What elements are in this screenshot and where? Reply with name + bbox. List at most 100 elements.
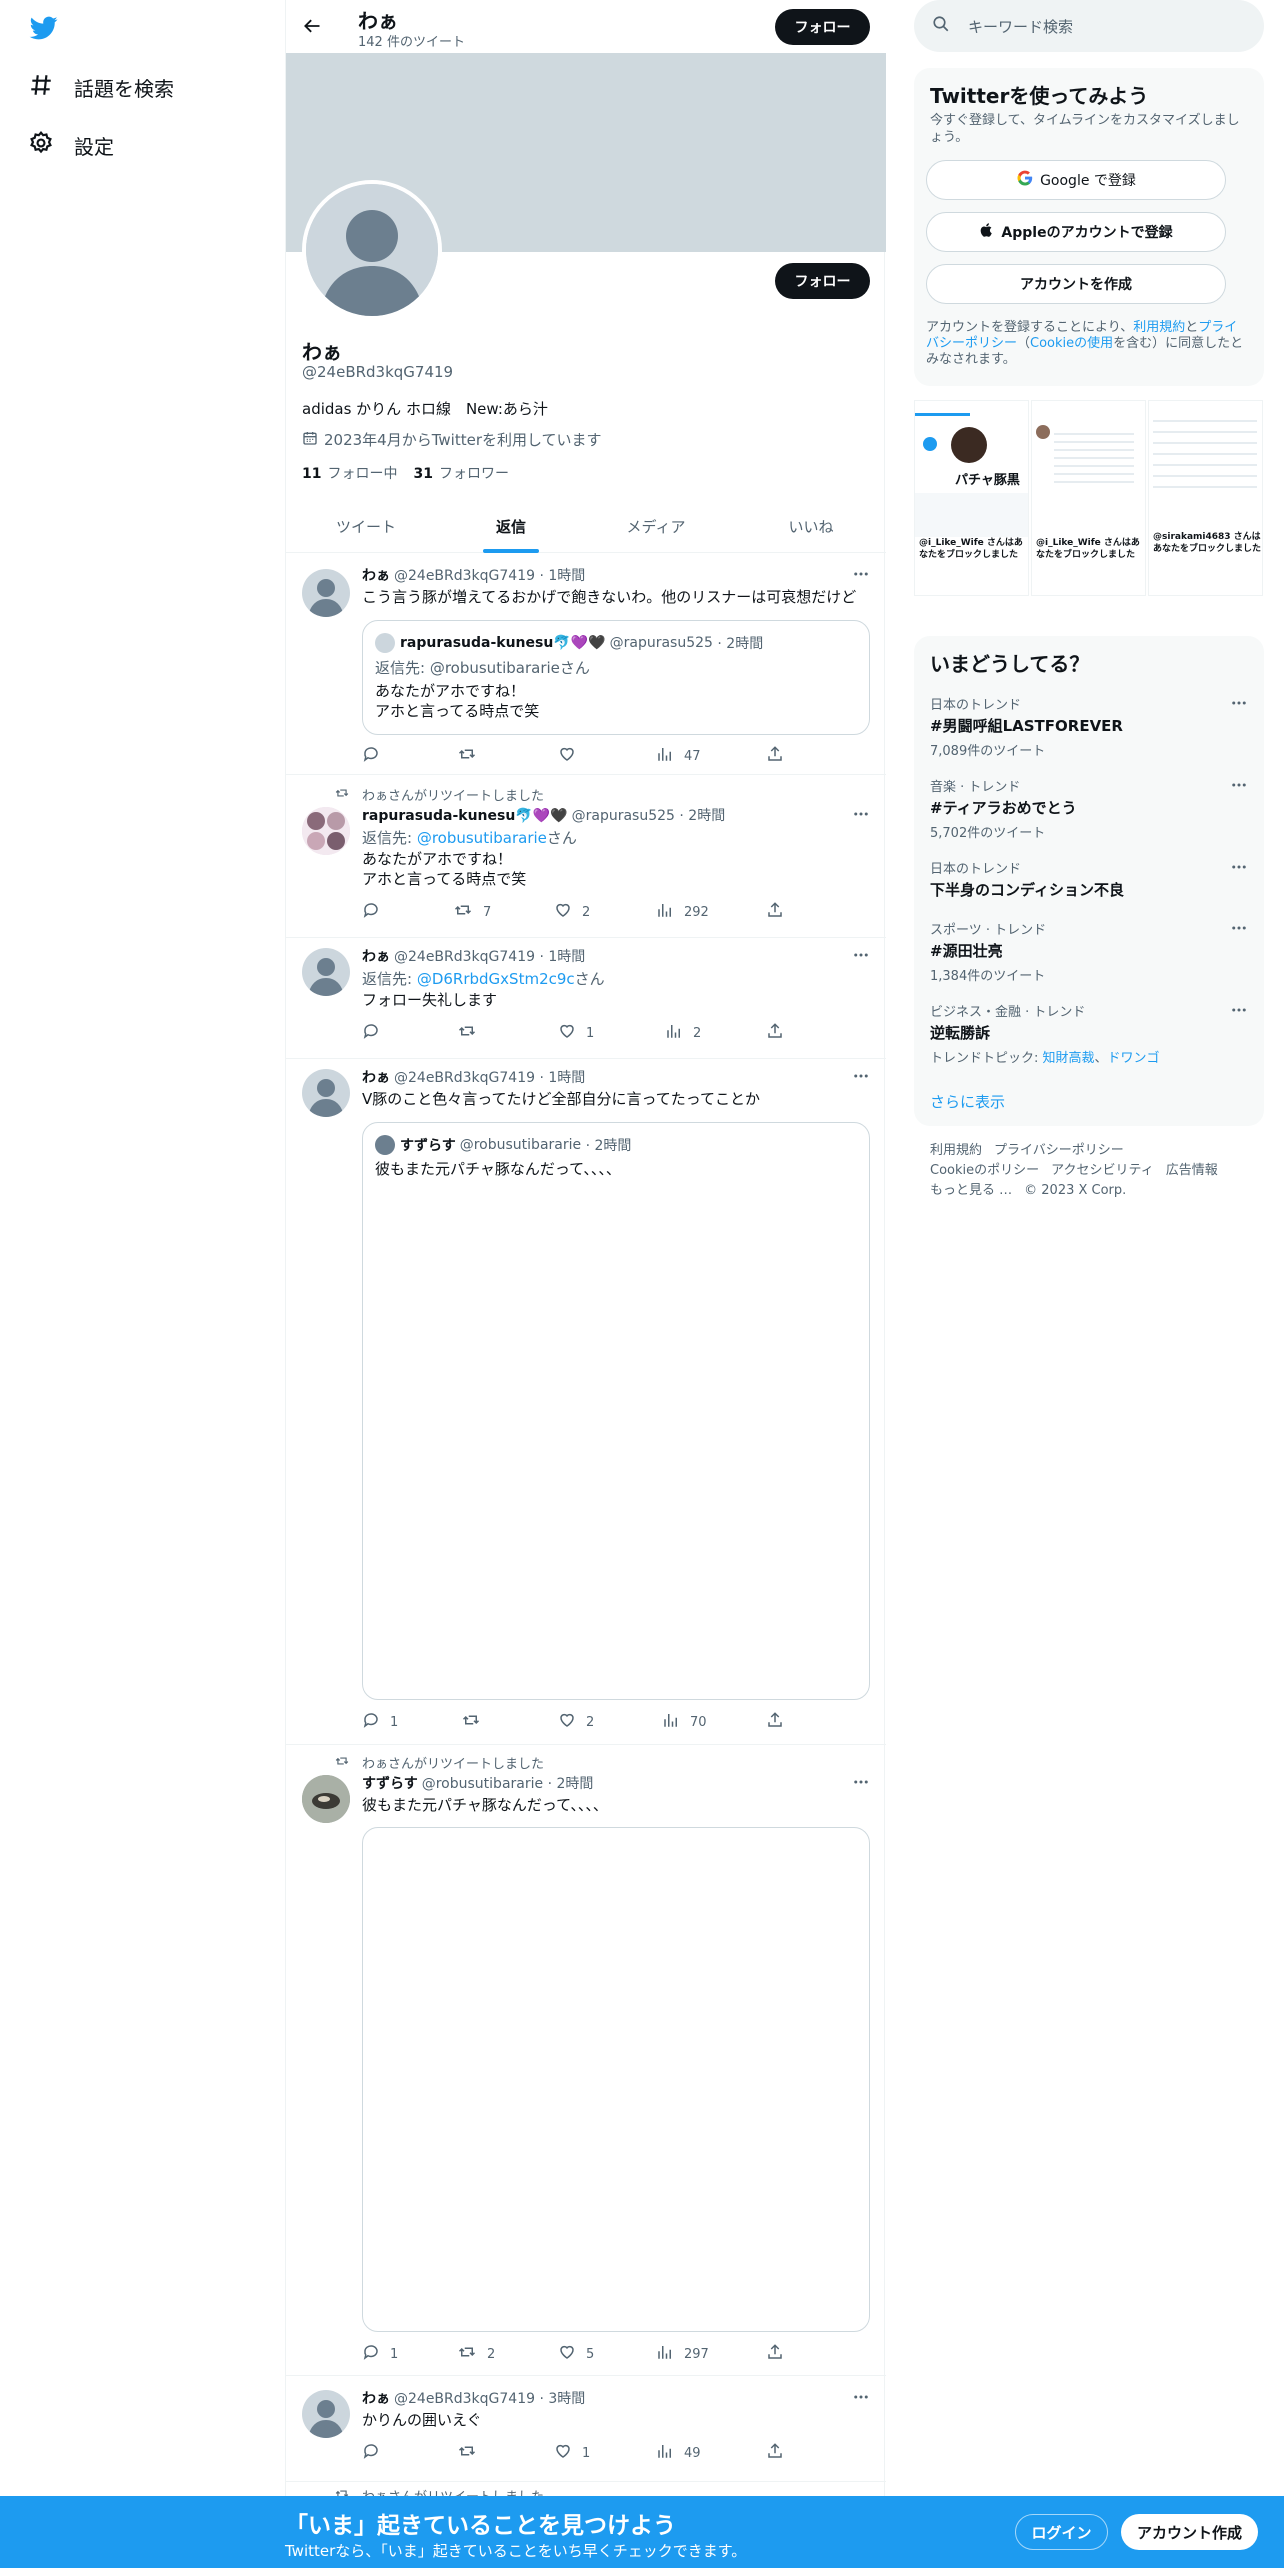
tweet-time[interactable]: · 3時間 [539, 2391, 585, 2407]
more-options-icon[interactable] [852, 2388, 870, 2410]
trend-item[interactable]: スポーツ · トレンド #源田壮亮 1,384件のツイート [930, 919, 1248, 984]
footer-link[interactable]: 利用規約 [930, 1143, 982, 1158]
tab-media[interactable]: メディア [576, 500, 736, 553]
views-button[interactable]: 47 [656, 745, 701, 767]
tweet-time[interactable]: · 2時間 [679, 808, 725, 824]
footer-link[interactable]: Cookieのポリシー [930, 1163, 1039, 1178]
tweet-author-name[interactable]: すずらす [362, 1776, 418, 1792]
followers-link[interactable]: 31 フォロワー [413, 466, 508, 482]
tweet-item[interactable]: わぁさんがリツイートしました rapurasuda-kunesu🐬💜🖤 @rapu… [286, 775, 886, 938]
footer-link[interactable]: 広告情報 [1166, 1163, 1218, 1178]
tweet-author-name[interactable]: わぁ [362, 2391, 390, 2407]
more-options-icon[interactable] [852, 805, 870, 827]
tweet-author-name[interactable]: わぁ [362, 568, 390, 584]
like-button[interactable] [558, 745, 586, 767]
share-button[interactable] [766, 2343, 794, 2365]
footer-link[interactable]: アクセシビリティ [1051, 1163, 1154, 1178]
profile-avatar[interactable] [302, 180, 442, 320]
signup-button[interactable]: アカウント作成 [1121, 2514, 1258, 2550]
tweet-item[interactable]: わぁ @24eBRd3kqG7419 · 1時間 返信先: @D6RrbdGxSt… [286, 938, 886, 1059]
header-follow-button[interactable]: フォロー [775, 9, 870, 45]
footer-more-link[interactable]: もっと見る … [930, 1183, 1012, 1198]
retweet-button[interactable] [457, 2442, 487, 2464]
share-button[interactable] [766, 745, 794, 767]
tab-likes[interactable]: いいね [736, 500, 886, 553]
tweet-item[interactable]: わぁさんがリツイートしました すずらす @robusutibararie · 2時… [286, 1745, 886, 2376]
quoted-tweet[interactable]: rapurasuda-kunesu🐬💜🖤 @rapurasu525 · 2時間 返… [362, 620, 870, 735]
media-thumbnail[interactable]: @sirakami4683 さんはあなたをブロックしました [1148, 400, 1263, 596]
tweet-time[interactable]: · 1時間 [539, 949, 585, 965]
share-button[interactable] [766, 2442, 794, 2464]
google-signup-button[interactable]: Google で登録 [926, 160, 1226, 200]
like-button[interactable]: 5 [558, 2343, 594, 2365]
views-button[interactable]: 49 [656, 2442, 701, 2464]
trend-item[interactable]: 日本のトレンド #男闘呼組LASTFOREVER 7,089件のツイート [930, 694, 1248, 759]
views-button[interactable]: 70 [662, 1711, 707, 1733]
trend-topic-link[interactable]: ドワンゴ [1108, 1051, 1160, 1066]
reply-button[interactable] [362, 1022, 390, 1044]
tweet-author-name[interactable]: わぁ [362, 1070, 390, 1086]
following-link[interactable]: 11 フォロー中 [302, 466, 397, 482]
views-button[interactable]: 2 [665, 1022, 701, 1044]
avatar[interactable] [302, 807, 350, 855]
more-options-icon[interactable] [1230, 776, 1248, 798]
media-thumbnail[interactable]: @i_Like_Wife さんはあなたをブロックしました [1031, 400, 1146, 596]
share-button[interactable] [766, 1711, 794, 1733]
media-thumbnail[interactable]: パチャ豚黒 @i_Like_Wife さんはあなたをブロックしました [914, 400, 1029, 596]
tweet-author-handle[interactable]: @24eBRd3kqG7419 [394, 568, 535, 584]
retweet-button[interactable]: 7 [453, 901, 491, 923]
search-input[interactable]: キーワード検索 [914, 0, 1264, 52]
tweet-item[interactable]: わぁ @24eBRd3kqG7419 · 1時間 V豚のこと色々言ってたけど全部自… [286, 1059, 886, 1745]
reply-button[interactable] [362, 745, 390, 767]
retweet-button[interactable] [457, 745, 487, 767]
footer-link[interactable]: プライバシーポリシー [994, 1143, 1124, 1158]
like-button[interactable]: 2 [558, 1711, 594, 1733]
tweet-author-handle[interactable]: @robusutibararie [422, 1776, 543, 1792]
more-options-icon[interactable] [1230, 919, 1248, 941]
back-arrow-icon[interactable] [302, 16, 322, 40]
quoted-tweet[interactable]: すずらす @robusutibararie · 2時間 彼もまた元パチャ豚なんだっ… [362, 1122, 870, 1700]
tab-tweets[interactable]: ツイート [286, 500, 446, 553]
tweet-item[interactable]: わぁさんがリツイートしました [286, 2482, 886, 2496]
tweet-author-name[interactable]: rapurasuda-kunesu🐬💜🖤 [362, 808, 568, 824]
tweet-item[interactable]: わぁ @24eBRd3kqG7419 · 1時間 こう言う豚が増えてるおかげで飽き… [286, 553, 886, 775]
retweet-button[interactable] [461, 1711, 491, 1733]
profile-follow-button[interactable]: フォロー [775, 263, 870, 299]
tweet-item[interactable]: わぁ @24eBRd3kqG7419 · 3時間 かりんの囲いえぐ 1 49 [286, 2376, 886, 2482]
views-button[interactable]: 297 [656, 2343, 709, 2365]
share-button[interactable] [766, 901, 794, 923]
views-button[interactable]: 292 [656, 901, 709, 923]
terms-link[interactable]: 利用規約 [1133, 320, 1185, 335]
show-more-link[interactable]: さらに表示 [930, 1091, 1005, 1112]
more-options-icon[interactable] [852, 565, 870, 587]
reply-button[interactable]: 1 [362, 2343, 398, 2365]
trend-item[interactable]: 音楽 · トレンド #ティアラおめでとう 5,702件のツイート [930, 776, 1248, 841]
share-button[interactable] [766, 1022, 794, 1044]
reply-button[interactable] [362, 901, 390, 923]
more-options-icon[interactable] [1230, 1001, 1248, 1023]
tweet-time[interactable]: · 1時間 [539, 568, 585, 584]
nav-explore[interactable]: 話題を検索 [28, 72, 174, 103]
tweet-media[interactable] [362, 1827, 870, 2332]
more-options-icon[interactable] [852, 1067, 870, 1089]
avatar[interactable] [302, 948, 350, 996]
tab-replies[interactable]: 返信 [446, 500, 576, 553]
tweet-author-handle[interactable]: @rapurasu525 [572, 808, 675, 824]
more-options-icon[interactable] [852, 946, 870, 968]
avatar[interactable] [302, 569, 350, 617]
apple-signup-button[interactable]: Appleのアカウントで登録 [926, 212, 1226, 252]
avatar[interactable] [302, 1069, 350, 1117]
tweet-author-handle[interactable]: @24eBRd3kqG7419 [394, 2391, 535, 2407]
like-button[interactable]: 1 [558, 1022, 594, 1044]
more-options-icon[interactable] [852, 1773, 870, 1795]
nav-settings[interactable]: 設定 [28, 130, 114, 161]
login-button[interactable]: ログイン [1015, 2514, 1108, 2550]
more-options-icon[interactable] [1230, 694, 1248, 716]
trend-item[interactable]: ビジネス・金融 · トレンド 逆転勝訴 トレンドトピック: 知財高裁、ドワンゴ [930, 1001, 1248, 1066]
reply-to-link[interactable]: @robusutibararie [417, 829, 547, 847]
reply-to-link[interactable]: @D6RrbdGxStm2c9c [417, 970, 575, 988]
more-options-icon[interactable] [1230, 858, 1248, 880]
retweet-button[interactable] [457, 1022, 487, 1044]
tweet-author-name[interactable]: わぁ [362, 949, 390, 965]
cookie-link[interactable]: Cookieの使用 [1030, 336, 1113, 351]
